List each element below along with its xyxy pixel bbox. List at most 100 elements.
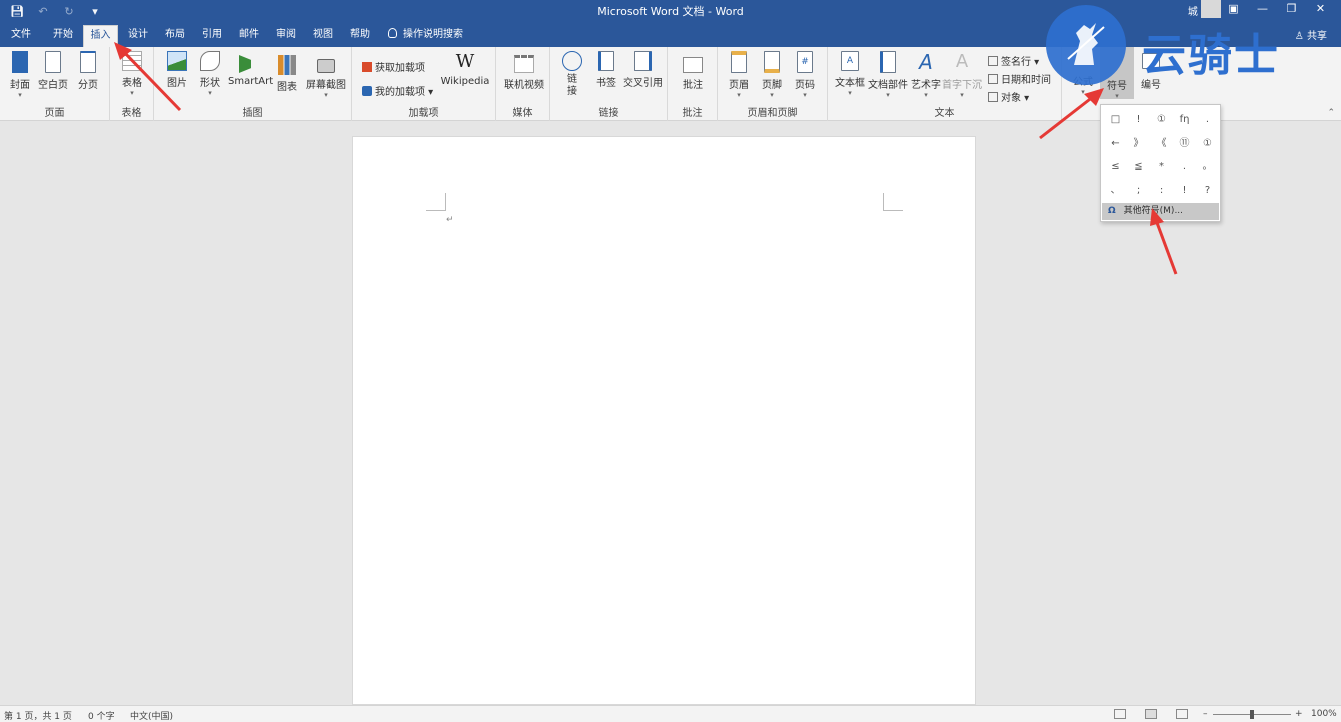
zoom-slider-thumb[interactable] — [1250, 710, 1254, 719]
shapes-button[interactable]: 形状 ▾ — [197, 51, 223, 97]
bookmark-button[interactable]: 书签 — [594, 51, 618, 89]
read-mode-icon[interactable] — [1114, 709, 1126, 719]
my-addins-button[interactable]: 我的加载项 ▾ — [362, 83, 433, 98]
tab-layout[interactable]: 布局 — [158, 25, 192, 47]
symbol-cell[interactable]: : — [1150, 179, 1173, 203]
date-time-button[interactable]: 日期和时间 — [988, 71, 1051, 86]
quick-parts-button[interactable]: 文档部件 ▾ — [868, 51, 908, 99]
cover-page-button[interactable]: 封面 ▾ — [6, 51, 34, 99]
link-button[interactable]: 链接 — [560, 51, 584, 98]
screenshot-button[interactable]: 屏幕截图 ▾ — [304, 51, 348, 99]
button-label: 空白页 — [38, 80, 68, 91]
tab-review[interactable]: 审阅 — [269, 25, 303, 47]
symbol-cell[interactable]: ① — [1196, 132, 1219, 156]
drop-cap-button[interactable]: A 首字下沉 ▾ — [942, 51, 982, 99]
online-video-button[interactable]: 联机视频 — [502, 51, 546, 91]
numbering-button[interactable]: 编号 — [1136, 53, 1166, 91]
symbol-button[interactable]: 符号 ▾ — [1100, 47, 1134, 100]
symbol-cell[interactable]: ; — [1127, 179, 1150, 203]
symbol-cell[interactable]: fη — [1173, 108, 1196, 132]
tab-home[interactable]: 开始 — [46, 25, 80, 47]
picture-icon — [167, 51, 187, 71]
symbol-cell[interactable]: ≤ — [1104, 155, 1127, 179]
object-button[interactable]: 对象 ▾ — [988, 89, 1029, 104]
tab-insert[interactable]: 插入 — [83, 25, 118, 47]
document-page[interactable]: ↵ — [352, 136, 976, 705]
group-label: 页眉和页脚 — [747, 108, 798, 119]
tab-design[interactable]: 设计 — [121, 25, 155, 47]
symbol-cell[interactable]: ! — [1127, 108, 1150, 132]
person-icon: ♙ — [1294, 31, 1307, 42]
caret-icon: ▾ — [803, 91, 807, 99]
group-label: 媒体 — [512, 108, 533, 119]
tab-references[interactable]: 引用 — [195, 25, 229, 47]
language[interactable]: 中文(中国) — [130, 709, 173, 722]
table-icon — [122, 51, 142, 71]
chart-button[interactable]: 图表 — [275, 51, 299, 93]
more-symbols-button[interactable]: Ω 其他符号(M)... — [1102, 203, 1219, 220]
equation-button[interactable]: 公式 ▾ — [1068, 73, 1098, 96]
wikipedia-button[interactable]: W Wikipedia — [440, 51, 490, 87]
restore-icon[interactable]: ❐ — [1277, 0, 1306, 18]
zoom-out-icon[interactable]: – — [1203, 709, 1208, 719]
symbol-grid: □! ① fη. ← 》《 ⑪ ① ≤ ≦ *.。、;:!? — [1104, 108, 1219, 202]
print-layout-icon[interactable] — [1145, 709, 1157, 719]
symbol-cell[interactable]: . — [1196, 108, 1219, 132]
calendar-icon — [988, 74, 998, 84]
status-bar: 第 1 页，共 1 页 0 个字 中文(中国) – + 100% — [0, 705, 1341, 722]
symbol-cell[interactable]: 《 — [1150, 132, 1173, 156]
web-layout-icon[interactable] — [1176, 709, 1188, 719]
header-button[interactable]: 页眉 ▾ — [726, 51, 752, 99]
tell-me-search[interactable]: 操作说明搜索 — [388, 25, 480, 47]
wordart-button[interactable]: A 艺术字 ▾ — [910, 51, 942, 99]
symbol-cell[interactable]: ≦ — [1127, 155, 1150, 179]
close-icon[interactable]: ✕ — [1306, 0, 1335, 18]
symbol-cell[interactable]: ← — [1104, 132, 1127, 156]
button-label: Wikipedia — [440, 76, 490, 87]
word-count[interactable]: 0 个字 — [88, 709, 115, 722]
tab-view[interactable]: 视图 — [306, 25, 340, 47]
ribbon-display-icon[interactable]: ▣ — [1219, 0, 1248, 18]
blank-page-button[interactable]: 空白页 — [36, 51, 70, 91]
symbol-cell[interactable]: 》 — [1127, 132, 1150, 156]
page-number-button[interactable]: # 页码 ▾ — [792, 51, 818, 99]
page-count[interactable]: 第 1 页，共 1 页 — [4, 709, 72, 722]
symbol-cell[interactable]: * — [1150, 155, 1173, 179]
avatar[interactable] — [1201, 0, 1221, 18]
chart-icon — [278, 55, 296, 75]
symbol-cell[interactable]: 、 — [1104, 179, 1127, 203]
tab-mailings[interactable]: 邮件 — [232, 25, 266, 47]
comment-button[interactable]: 批注 — [680, 51, 706, 91]
symbol-cell[interactable]: . — [1173, 155, 1196, 179]
caret-icon: ▾ — [1081, 88, 1085, 96]
symbol-cell[interactable]: ! — [1173, 179, 1196, 203]
footer-button[interactable]: 页脚 ▾ — [759, 51, 785, 99]
cross-reference-button[interactable]: 交叉引用 — [622, 51, 664, 89]
table-button[interactable]: 表格 ▾ — [118, 51, 146, 97]
tab-file[interactable]: 文件 — [4, 25, 38, 47]
share-button[interactable]: ♙ 共享 — [1295, 27, 1327, 42]
minimize-icon[interactable]: — — [1248, 0, 1277, 18]
get-addins-button[interactable]: 获取加载项 — [362, 59, 425, 74]
caret-icon: ▾ — [425, 87, 434, 98]
button-label: 获取加载项 — [375, 63, 425, 74]
button-label: 屏幕截图 — [306, 80, 346, 91]
group-label: 表格 — [121, 108, 142, 119]
picture-button[interactable]: 图片 — [164, 51, 190, 89]
smartart-button[interactable]: SmartArt — [228, 51, 273, 87]
signature-line-button[interactable]: 签名行 ▾ — [988, 53, 1039, 68]
page-break-button[interactable]: 分页 — [74, 51, 102, 91]
symbol-cell[interactable]: ? — [1196, 179, 1219, 203]
textbox-button[interactable]: A 文本框 ▾ — [834, 51, 866, 97]
zoom-in-icon[interactable]: + — [1295, 709, 1303, 719]
more-symbols-label: 其他符号(M)... — [1123, 206, 1184, 216]
symbol-cell[interactable]: ① — [1150, 108, 1173, 132]
zoom-level[interactable]: 100% — [1311, 709, 1337, 719]
symbol-cell[interactable]: 。 — [1196, 155, 1219, 179]
button-label: 书签 — [596, 78, 616, 89]
collapse-ribbon-icon[interactable]: ⌃ — [1327, 108, 1335, 118]
symbol-cell[interactable]: □ — [1104, 108, 1127, 132]
tab-help[interactable]: 帮助 — [343, 25, 377, 47]
omega-icon: Ω — [1108, 206, 1116, 216]
symbol-cell[interactable]: ⑪ — [1173, 132, 1196, 156]
